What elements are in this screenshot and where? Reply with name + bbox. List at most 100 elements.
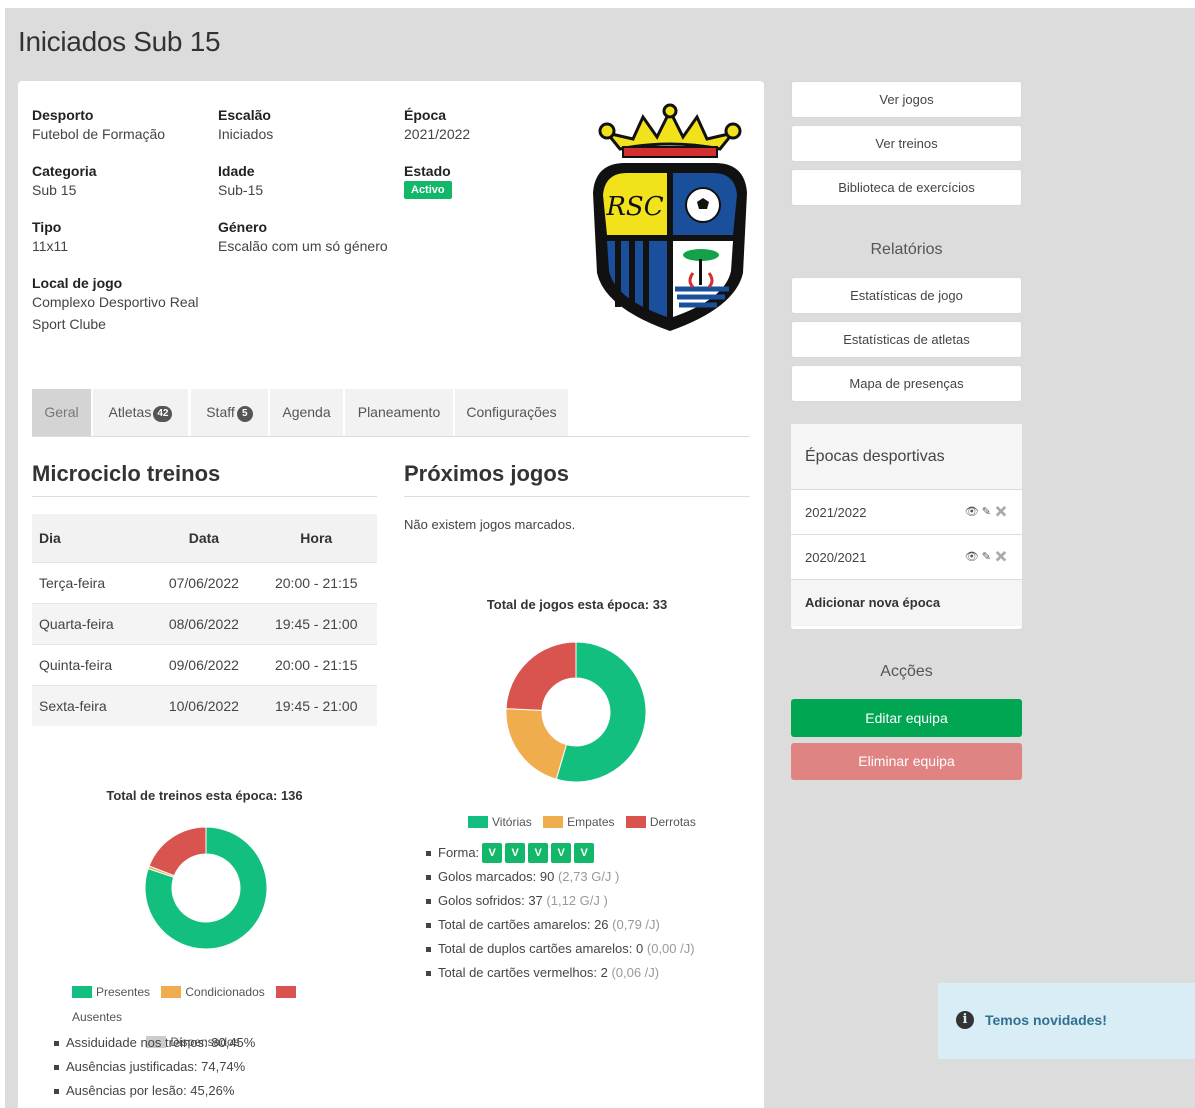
stat-text: Golos marcados: 90 (438, 869, 555, 884)
legend-swatch (72, 986, 92, 998)
stat-text: Total de cartões amarelos: 26 (438, 917, 609, 932)
tab-geral[interactable]: Geral (32, 389, 91, 436)
donut-slice-ausentes[interactable] (148, 826, 207, 877)
club-crest-logo: RSC (593, 103, 747, 331)
tab-agenda[interactable]: Agenda (270, 389, 343, 436)
legend-item: Derrotas (625, 815, 696, 829)
list-item: Total de cartões amarelos: 26 (0,79 /J) (424, 913, 695, 937)
ver-jogos-button[interactable]: Ver jogos (791, 81, 1022, 118)
info-value: Sub-15 (218, 182, 264, 198)
form-result: V (551, 843, 572, 863)
season-actions: 👁 ✎ ✖ (965, 490, 1008, 535)
donut-slice-empates[interactable] (506, 708, 568, 780)
tab-atletas[interactable]: Atletas 42 (93, 389, 188, 436)
edit-team-button[interactable]: Editar equipa (791, 699, 1022, 737)
legend-swatch (468, 816, 488, 828)
count-badge: 42 (153, 406, 173, 422)
info-categoria: Categoria Sub 15 (32, 163, 97, 201)
info-value: Escalão com um só género (218, 238, 388, 254)
stat-ratio: (0,79 /J) (612, 917, 660, 932)
form-result: V (505, 843, 526, 863)
add-season-button[interactable]: Adicionar nova época (791, 580, 1022, 626)
stat-ratio: (1,12 G/J ) (546, 893, 608, 908)
donut-slice-derrotas[interactable] (506, 641, 577, 711)
estatisticas-atletas-button[interactable]: Estatísticas de atletas (791, 321, 1022, 358)
legend-swatch (543, 816, 564, 828)
ver-treinos-button[interactable]: Ver treinos (791, 125, 1022, 162)
close-icon[interactable]: ✖ (994, 551, 1008, 563)
list-item: 2021/2022 👁 ✎ ✖ (791, 490, 1022, 535)
info-idade: Idade Sub-15 (218, 163, 263, 201)
tab-label: Configurações (466, 404, 557, 420)
info-label: Estado (404, 163, 451, 179)
eye-icon[interactable]: 👁 (965, 551, 979, 563)
table-cell: 20:00 - 21:15 (255, 643, 377, 685)
info-epoca: Época 2021/2022 (404, 107, 470, 145)
info-local: Local de jogo Complexo Desportivo Real S… (32, 275, 232, 335)
chart-title: Total de treinos esta época: 136 (106, 788, 303, 803)
status-badge: Activo (404, 181, 452, 199)
info-label: Idade (218, 163, 255, 179)
list-item: Ausências por lesão: 45,26% (52, 1079, 255, 1103)
tab-label: Planeamento (357, 404, 441, 420)
info-label: Época (404, 107, 447, 123)
season-label: 2020/2021 (805, 550, 867, 565)
accoes-heading: Acções (880, 663, 933, 680)
column-header: Dia (32, 514, 153, 562)
microciclo-table: Dia Data Hora Terça-feira 07/06/2022 20:… (32, 514, 377, 726)
stat-text: Total de duplos cartões amarelos: 0 (438, 941, 644, 956)
legend-item: Presentes (72, 985, 150, 999)
table-row: Sexta-feira 10/06/2022 19:45 - 21:00 (32, 684, 377, 726)
estatisticas-jogo-button[interactable]: Estatísticas de jogo (791, 277, 1022, 314)
info-label: Categoria (32, 163, 97, 179)
legend-label: Condicionados (185, 985, 265, 999)
games-legend: Vitórias Empates Derrotas (468, 815, 704, 829)
list-item: Total de cartões vermelhos: 2 (0,06 /J) (424, 961, 695, 985)
tab-bar: Geral Atletas 42 Staff 5 Agenda Planeament… (32, 389, 750, 437)
pencil-icon[interactable]: ✎ (982, 551, 991, 563)
news-toast[interactable]: i Temos novidades! (938, 983, 1195, 1059)
table-cell: 07/06/2022 (152, 561, 256, 603)
legend-item: Condicionados (161, 985, 265, 999)
close-icon[interactable]: ✖ (994, 506, 1008, 518)
season-label: 2021/2022 (805, 505, 867, 520)
stat-ratio: (0,00 /J) (646, 941, 695, 956)
info-label: Local de jogo (32, 275, 123, 291)
info-icon: i (956, 1011, 974, 1029)
trainings-donut-chart (144, 826, 268, 950)
table-row: Terça-feira 07/06/2022 20:00 - 21:15 (32, 561, 377, 603)
list-item: Ausências justificadas: 74,74% (52, 1055, 255, 1079)
relatorios-heading: Relatórios (870, 241, 943, 258)
info-label: Escalão (218, 107, 271, 123)
table-cell: 10/06/2022 (152, 684, 256, 726)
stat-text: Total de cartões vermelhos: 2 (438, 965, 608, 980)
stat-text: Golos sofridos: 37 (438, 893, 543, 908)
list-item: Golos sofridos: 37 (1,12 G/J ) (424, 889, 695, 913)
legend-swatch (161, 986, 182, 998)
stat-ratio: (0,06 /J) (611, 965, 660, 980)
table-row: Quinta-feira 09/06/2022 20:00 - 21:15 (32, 643, 377, 685)
table-header-row: Dia Data Hora (32, 514, 377, 562)
delete-team-button[interactable]: Eliminar equipa (791, 743, 1022, 780)
stat-ratio: (2,73 G/J ) (557, 869, 620, 884)
info-desporto: Desporto Futebol de Formação (32, 107, 165, 145)
form-result: V (482, 843, 503, 863)
column-header: Hora (255, 514, 377, 562)
table-cell: 19:45 - 21:00 (255, 602, 377, 644)
biblioteca-exercicios-button[interactable]: Biblioteca de exercícios (791, 169, 1022, 206)
games-stats-list: Forma: V V V V V Golos marcados: 90 (2,73 G/J… (424, 841, 695, 985)
tab-staff[interactable]: Staff 5 (191, 389, 268, 436)
trainings-stats-list: Assiduidade nos treinos: 80,45% Ausência… (52, 1031, 255, 1103)
legend-label: Presentes (96, 985, 151, 999)
proximos-title: Próximos jogos (404, 461, 570, 486)
team-card: Desporto Futebol de Formação Escalão Ini… (18, 81, 764, 1108)
pencil-icon[interactable]: ✎ (982, 506, 991, 518)
eye-icon[interactable]: 👁 (965, 506, 979, 518)
tab-configuracoes[interactable]: Configurações (455, 389, 568, 436)
list-item: Golos marcados: 90 (2,73 G/J ) (424, 865, 695, 889)
info-label: Desporto (32, 107, 94, 123)
table-cell: 08/06/2022 (152, 602, 256, 644)
mapa-presencas-button[interactable]: Mapa de presenças (791, 365, 1022, 402)
info-value: Sub 15 (32, 182, 77, 198)
tab-planeamento[interactable]: Planeamento (345, 389, 453, 436)
